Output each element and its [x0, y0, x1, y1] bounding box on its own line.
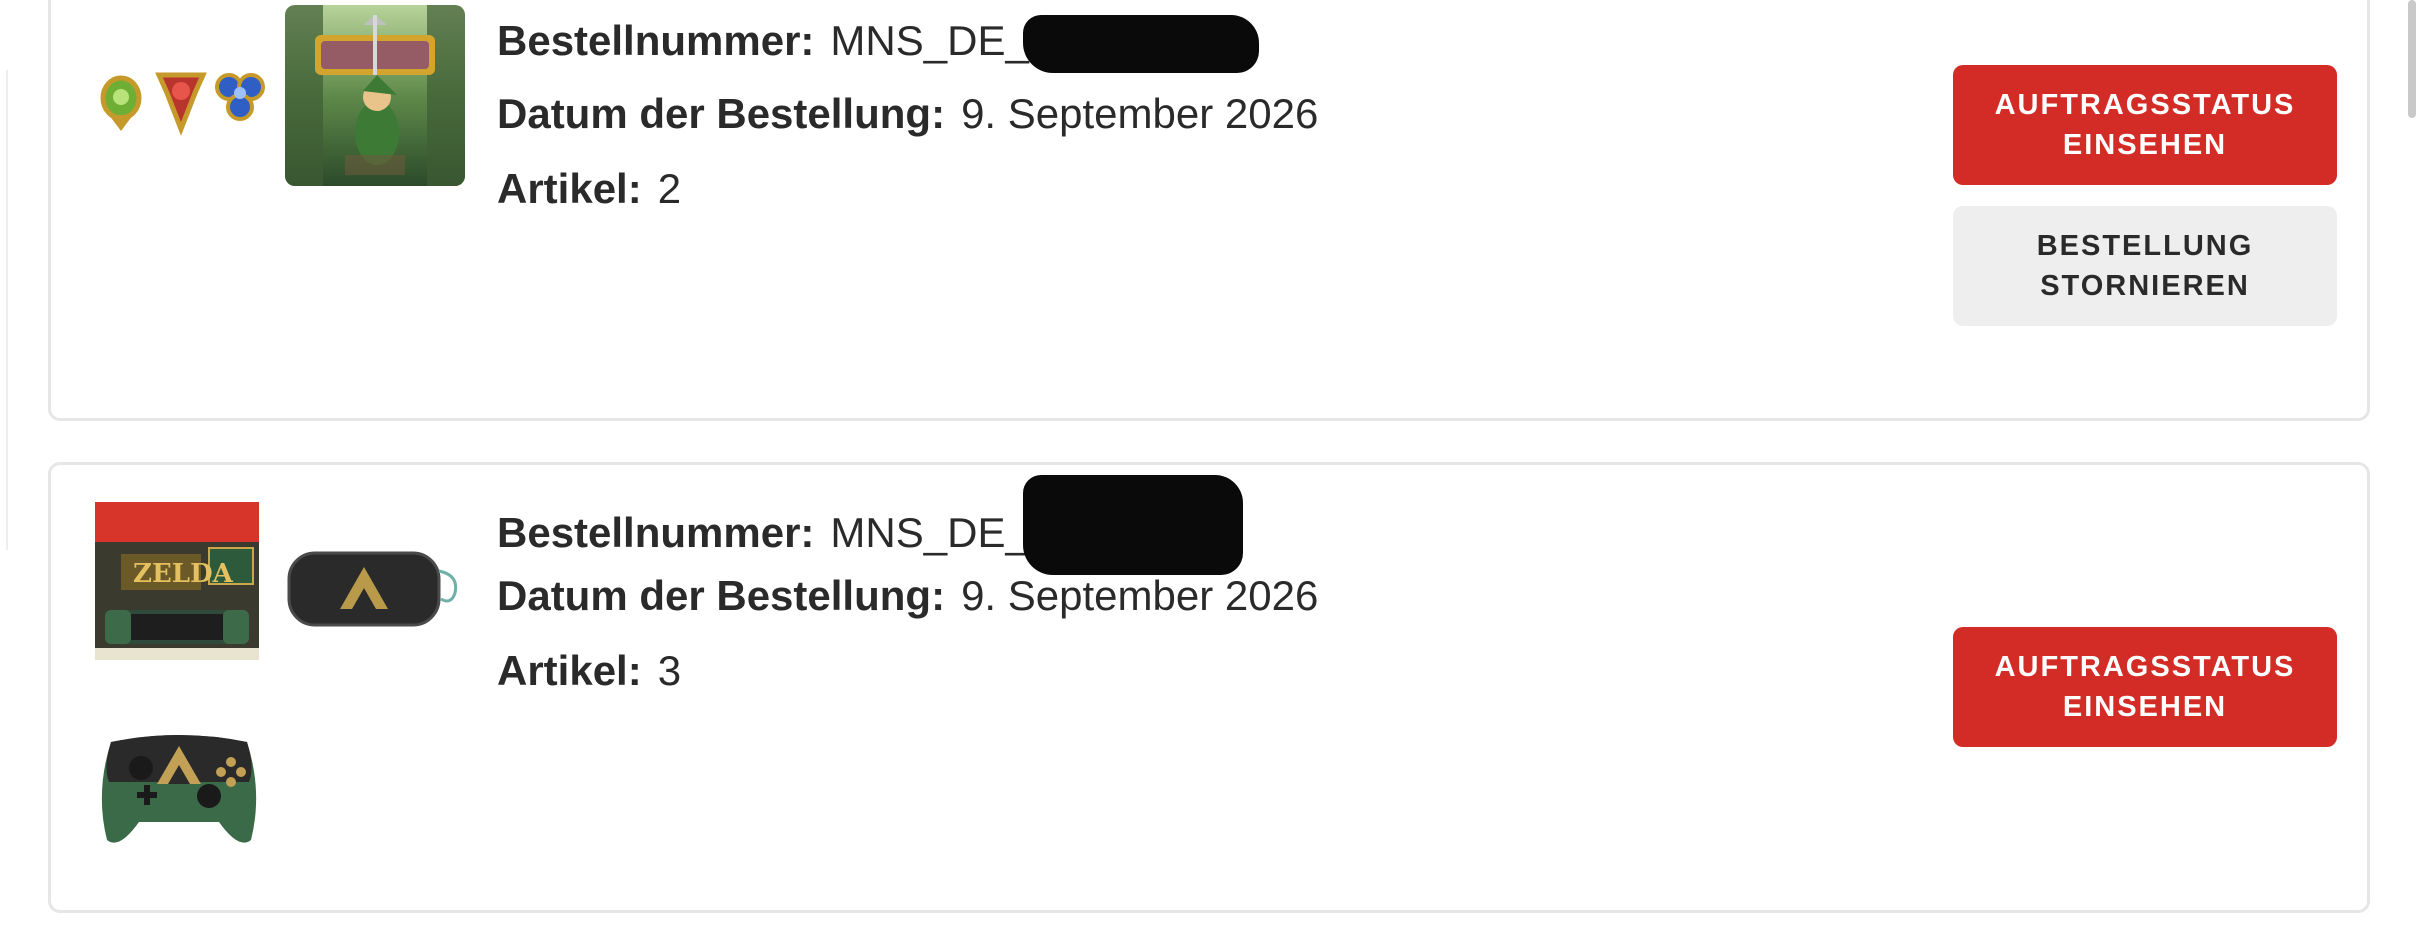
order-number-value: MNS_DE_	[830, 17, 1029, 65]
item-count-value: 3	[657, 647, 682, 694]
left-panel-edge	[0, 70, 8, 550]
box-logo-graphic: ZELDA	[133, 559, 234, 589]
order-date-label: Datum der Bestellung:	[497, 572, 946, 619]
order-date-label: Datum der Bestellung:	[497, 90, 946, 137]
order-date-row: Datum der Bestellung: 9. September 2026	[497, 571, 1318, 621]
product-thumbnail-triforce-case[interactable]	[285, 545, 463, 631]
scrollbar[interactable]	[2408, 0, 2416, 118]
product-thumbnail-spiritual-stones[interactable]	[91, 43, 271, 143]
order-date-row: Datum der Bestellung: 9. September 2026	[497, 89, 1318, 139]
zelda-ocarina-of-time-cover	[285, 5, 465, 186]
product-thumbnail-zelda-controller[interactable]	[91, 722, 267, 852]
item-count-row: Artikel: 3	[497, 646, 681, 696]
order-number-label: Bestellnummer:	[497, 17, 815, 65]
spiritual-stones-image	[100, 72, 265, 136]
order-card: Bestellnummer: MNS_DE_ Datum der Bestellu…	[48, 0, 2370, 421]
item-count-row: Artikel: 2	[497, 164, 681, 214]
view-order-status-button[interactable]: AUFTRAGSSTATUS EINSEHEN	[1953, 65, 2337, 185]
redaction-mark	[1022, 15, 1259, 73]
order-date-value: 9. September 2026	[961, 572, 1319, 619]
item-count-label: Artikel:	[497, 165, 642, 212]
item-count-label: Artikel:	[497, 647, 642, 694]
cancel-order-button[interactable]: BESTELLUNG STORNIEREN	[1953, 206, 2337, 326]
order-number-value: MNS_DE_	[830, 509, 1029, 557]
order-card: ZELDA Bestellnummer: MNS_DE_ Datum der B…	[48, 462, 2370, 913]
order-number-label: Bestellnummer:	[497, 509, 815, 557]
view-order-status-button[interactable]: AUFTRAGSSTATUS EINSEHEN	[1953, 627, 2337, 747]
zelda-switch-oled-box: ZELDA	[95, 502, 259, 660]
product-thumbnail-zelda-console-box[interactable]: ZELDA	[91, 498, 263, 664]
order-date-value: 9. September 2026	[961, 90, 1319, 137]
zelda-pro-controller	[101, 735, 257, 843]
product-thumbnail-zelda-cover[interactable]	[285, 5, 465, 186]
triforce-carrying-case	[287, 551, 458, 627]
order-number-row: Bestellnummer: MNS_DE_	[497, 15, 1259, 73]
item-count-value: 2	[657, 165, 682, 212]
redaction-mark	[1022, 475, 1243, 575]
order-number-row: Bestellnummer: MNS_DE_	[497, 475, 1243, 575]
